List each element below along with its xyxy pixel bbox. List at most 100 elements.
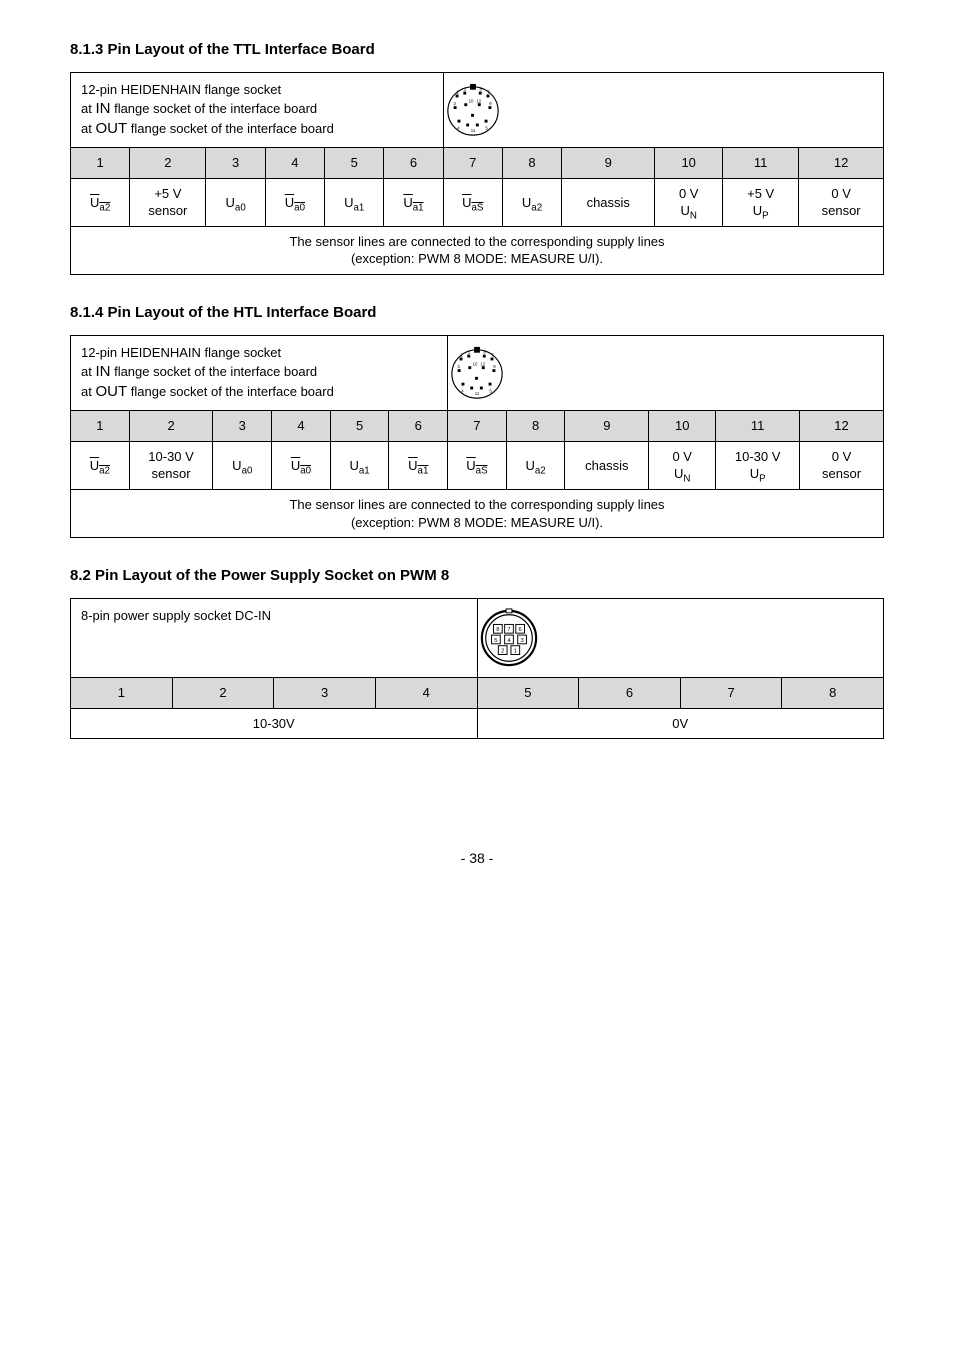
htl-hdr-5: 5 bbox=[330, 411, 389, 442]
pw-h5: 5 bbox=[477, 678, 579, 709]
svg-text:10: 10 bbox=[473, 362, 478, 367]
page-number: - 38 - bbox=[70, 849, 884, 868]
ttl-c6: Ua1 bbox=[384, 178, 443, 226]
ttl-hdr-9: 9 bbox=[562, 148, 655, 179]
htl-connector-cell: 1287 39 1012 4115 bbox=[448, 336, 884, 411]
power-header-row: 1 2 3 4 5 6 7 8 bbox=[71, 678, 884, 709]
svg-text:8: 8 bbox=[496, 628, 499, 634]
htl-hdr-1: 1 bbox=[71, 411, 130, 442]
htl-socket-line3: at OUT flange socket of the interface bo… bbox=[81, 382, 437, 402]
ttl-c10: 0 V UN bbox=[655, 178, 723, 226]
section-ttl: 8.1.3 Pin Layout of the TTL Interface Bo… bbox=[70, 40, 884, 275]
ttl-c3: Ua0 bbox=[206, 178, 265, 226]
ttl-hdr-8: 8 bbox=[502, 148, 561, 179]
svg-text:11: 11 bbox=[470, 128, 475, 133]
ttl-data-row: Ua2 +5 Vsensor Ua0 Ua0 Ua1 Ua1 UaS Ua2 c… bbox=[71, 178, 884, 226]
svg-text:7: 7 bbox=[491, 353, 494, 358]
pw-h1: 1 bbox=[71, 678, 173, 709]
svg-text:8: 8 bbox=[484, 350, 487, 355]
svg-text:9: 9 bbox=[493, 364, 496, 369]
htl-hdr-6: 6 bbox=[389, 411, 448, 442]
ttl-hdr-12: 12 bbox=[799, 148, 884, 179]
section-htl: 8.1.4 Pin Layout of the HTL Interface Bo… bbox=[70, 303, 884, 538]
htl-hdr-2: 2 bbox=[129, 411, 213, 442]
pw-h7: 7 bbox=[680, 678, 782, 709]
htl-c9: chassis bbox=[565, 441, 649, 489]
ttl-hdr-1: 1 bbox=[71, 148, 130, 179]
ttl-hdr-3: 3 bbox=[206, 148, 265, 179]
section-power: 8.2 Pin Layout of the Power Supply Socke… bbox=[70, 566, 884, 739]
svg-text:3: 3 bbox=[520, 638, 523, 644]
power-right: 0V bbox=[477, 708, 884, 739]
htl-hdr-7: 7 bbox=[448, 411, 507, 442]
htl-hdr-10: 10 bbox=[649, 411, 716, 442]
ttl-c4: Ua0 bbox=[265, 178, 324, 226]
svg-text:4: 4 bbox=[457, 126, 460, 131]
svg-text:7: 7 bbox=[507, 628, 510, 634]
htl-c11: 10-30 V UP bbox=[716, 441, 800, 489]
htl-hdr-12: 12 bbox=[800, 411, 884, 442]
htl-data-row: Ua2 10-30 Vsensor Ua0 Ua0 Ua1 Ua1 UaS Ua… bbox=[71, 441, 884, 489]
htl-hdr-4: 4 bbox=[272, 411, 331, 442]
htl-c7: UaS bbox=[448, 441, 507, 489]
power-socket-label: 8-pin power supply socket DC-IN bbox=[71, 599, 478, 678]
htl-socket-desc: 12-pin HEIDENHAIN flange socket at IN fl… bbox=[71, 336, 448, 411]
svg-text:3: 3 bbox=[458, 364, 461, 369]
pw-h8: 8 bbox=[782, 678, 884, 709]
svg-text:7: 7 bbox=[487, 90, 490, 95]
svg-text:4: 4 bbox=[507, 638, 511, 644]
htl-hdr-9: 9 bbox=[565, 411, 649, 442]
connector-8pin-icon: 8 7 6 5 4 3 2 1 bbox=[478, 607, 540, 669]
htl-title: 8.1.4 Pin Layout of the HTL Interface Bo… bbox=[70, 303, 884, 323]
power-title: 8.2 Pin Layout of the Power Supply Socke… bbox=[70, 566, 884, 586]
power-left: 10-30V bbox=[71, 708, 478, 739]
ttl-table: 12-pin HEIDENHAIN flange socket at IN fl… bbox=[70, 72, 884, 275]
htl-c6: Ua1 bbox=[389, 441, 448, 489]
htl-header-row: 1 2 3 4 5 6 7 8 9 10 11 12 bbox=[71, 411, 884, 442]
ttl-title: 8.1.3 Pin Layout of the TTL Interface Bo… bbox=[70, 40, 884, 60]
ttl-c12: 0 Vsensor bbox=[799, 178, 884, 226]
connector-12pin-icon: 1287 39 1012 4115 bbox=[448, 344, 506, 402]
svg-text:12: 12 bbox=[480, 362, 485, 367]
ttl-c7: UaS bbox=[443, 178, 502, 226]
ttl-note: The sensor lines are connected to the co… bbox=[71, 226, 884, 274]
ttl-hdr-6: 6 bbox=[384, 148, 443, 179]
ttl-socket-line3: at OUT flange socket of the interface bo… bbox=[81, 119, 433, 139]
power-table: 8-pin power supply socket DC-IN 876 bbox=[70, 598, 884, 739]
ttl-c11: +5 V UP bbox=[723, 178, 799, 226]
htl-socket-line2: at IN flange socket of the interface boa… bbox=[81, 362, 437, 382]
ttl-header-row: 1 2 3 4 5 6 7 8 9 10 11 12 bbox=[71, 148, 884, 179]
htl-hdr-3: 3 bbox=[213, 411, 272, 442]
ttl-c9: chassis bbox=[562, 178, 655, 226]
htl-c3: Ua0 bbox=[213, 441, 272, 489]
ttl-c5: Ua1 bbox=[325, 178, 384, 226]
ttl-socket-line2: at IN flange socket of the interface boa… bbox=[81, 99, 433, 119]
svg-text:9: 9 bbox=[489, 101, 492, 106]
connector-12pin-icon: 1287 39 1012 4115 bbox=[444, 81, 502, 139]
ttl-hdr-4: 4 bbox=[265, 148, 324, 179]
svg-text:11: 11 bbox=[475, 392, 480, 397]
htl-c8: Ua2 bbox=[506, 441, 565, 489]
htl-c5: Ua1 bbox=[330, 441, 389, 489]
pw-h3: 3 bbox=[274, 678, 376, 709]
power-connector-cell: 8 7 6 5 4 3 2 1 bbox=[477, 599, 884, 678]
ttl-hdr-5: 5 bbox=[325, 148, 384, 179]
pw-h6: 6 bbox=[579, 678, 681, 709]
htl-note: The sensor lines are connected to the co… bbox=[71, 489, 884, 537]
svg-text:12: 12 bbox=[476, 99, 481, 104]
svg-text:2: 2 bbox=[501, 649, 504, 655]
ttl-hdr-2: 2 bbox=[130, 148, 206, 179]
svg-text:4: 4 bbox=[461, 389, 464, 394]
htl-table: 12-pin HEIDENHAIN flange socket at IN fl… bbox=[70, 335, 884, 538]
htl-hdr-8: 8 bbox=[506, 411, 565, 442]
svg-text:3: 3 bbox=[453, 101, 456, 106]
ttl-c8: Ua2 bbox=[502, 178, 561, 226]
svg-text:1: 1 bbox=[513, 649, 516, 655]
ttl-socket-line1: 12-pin HEIDENHAIN flange socket bbox=[81, 81, 433, 99]
pw-h4: 4 bbox=[375, 678, 477, 709]
ttl-hdr-11: 11 bbox=[723, 148, 799, 179]
svg-text:6: 6 bbox=[518, 628, 521, 634]
svg-text:5: 5 bbox=[485, 126, 488, 131]
svg-text:5: 5 bbox=[494, 638, 497, 644]
htl-hdr-11: 11 bbox=[716, 411, 800, 442]
